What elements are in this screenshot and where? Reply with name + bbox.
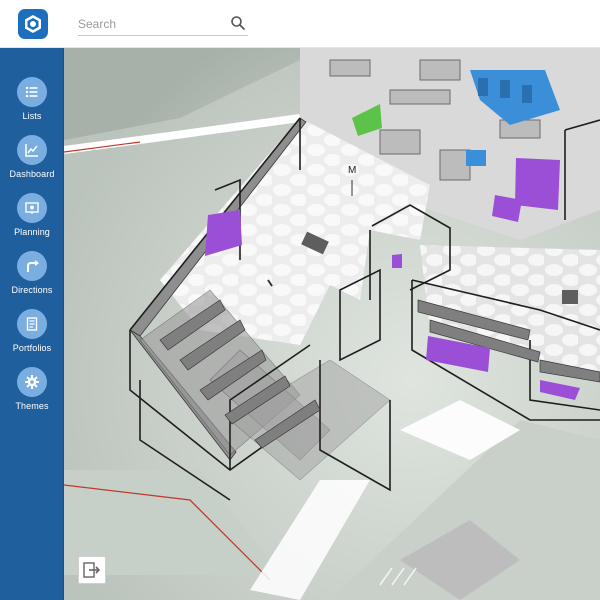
- map-view[interactable]: M: [64, 48, 600, 600]
- sidebar-item-dashboard[interactable]: Dashboard: [0, 135, 64, 191]
- portfolio-icon: [17, 309, 47, 339]
- search-box: [78, 12, 248, 36]
- sidebar-item-label: Portfolios: [12, 343, 52, 353]
- list-icon: [17, 77, 47, 107]
- sidebar-item-label: Dashboard: [9, 169, 55, 179]
- search-input[interactable]: [78, 14, 228, 34]
- app-logo-icon[interactable]: [18, 9, 48, 39]
- sidebar-item-themes[interactable]: Themes: [0, 367, 64, 423]
- sidebar-item-label: Directions: [11, 285, 53, 295]
- exit-floor-icon: [83, 562, 101, 578]
- sidebar-item-planning[interactable]: Planning: [0, 193, 64, 249]
- dashboard-icon: [17, 135, 47, 165]
- search-icon[interactable]: [230, 15, 246, 31]
- sidebar-item-lists[interactable]: Lists: [0, 77, 64, 133]
- sidebar-item-directions[interactable]: Directions: [0, 251, 64, 307]
- top-bar: [0, 0, 600, 48]
- exit-floor-button[interactable]: [78, 556, 106, 584]
- map-location-label: M: [348, 165, 357, 176]
- building-3d-scene: [64, 48, 600, 600]
- sidebar-item-portfolios[interactable]: Portfolios: [0, 309, 64, 365]
- gear-icon: [17, 367, 47, 397]
- sidebar-item-label: Planning: [14, 227, 50, 237]
- sidebar-item-label: Themes: [15, 401, 49, 411]
- planning-icon: [17, 193, 47, 223]
- sidebar: Lists Dashboard Planning Directions Port…: [0, 48, 64, 600]
- directions-icon: [17, 251, 47, 281]
- sidebar-item-label: Lists: [22, 111, 42, 121]
